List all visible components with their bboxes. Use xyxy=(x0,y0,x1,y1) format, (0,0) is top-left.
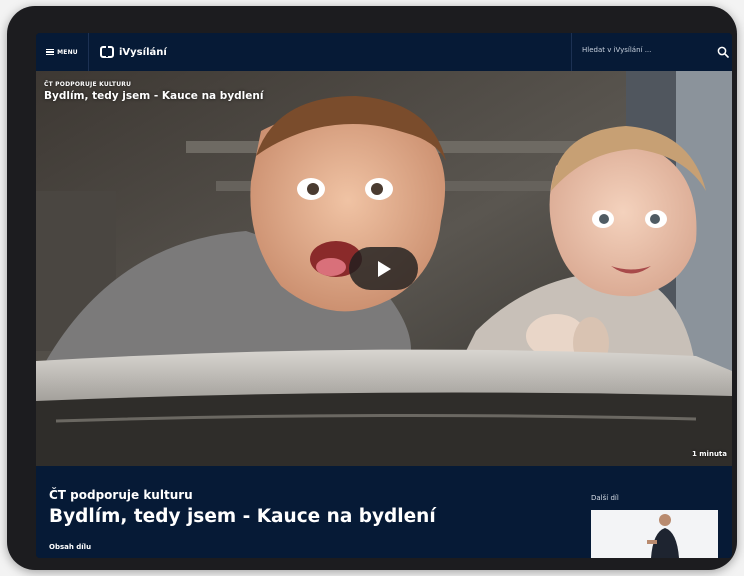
ct-logo-icon xyxy=(100,45,114,58)
search-input[interactable]: Hledat v iVysílání ... xyxy=(571,33,732,71)
tablet-screen: MENU iVysílání Hledat v iVysílání ... ČT… xyxy=(36,33,732,558)
show-name-link[interactable]: ČT podporuje kulturu xyxy=(49,488,193,502)
search-placeholder: Hledat v iVysílání ... xyxy=(582,46,652,54)
video-duration: 1 minuta xyxy=(691,450,727,458)
tab-episode-content[interactable]: Obsah dílu xyxy=(49,543,91,551)
play-icon xyxy=(378,261,391,277)
next-episode-thumbnail[interactable] xyxy=(591,510,718,558)
tablet-frame: MENU iVysílání Hledat v iVysílání ... ČT… xyxy=(7,6,737,570)
menu-label: MENU xyxy=(57,48,78,56)
video-kicker: ČT PODPORUJE KULTURU xyxy=(44,81,132,88)
video-player[interactable]: ČT PODPORUJE KULTURU Bydlím, tedy jsem -… xyxy=(36,71,732,466)
episode-title: Bydlím, tedy jsem - Kauce na bydlení xyxy=(49,506,436,527)
ivysilani-logo-link[interactable]: iVysílání xyxy=(100,33,167,71)
menu-button[interactable]: MENU xyxy=(36,33,89,71)
top-navigation-bar: MENU iVysílání Hledat v iVysílání ... xyxy=(36,33,732,72)
next-episode-image xyxy=(591,510,718,558)
search-icon[interactable] xyxy=(717,46,729,58)
hamburger-icon xyxy=(46,48,55,56)
logo-text: iVysílání xyxy=(119,46,167,58)
next-episode-label: Další díl xyxy=(591,494,619,502)
episode-info-panel: ČT podporuje kulturu Bydlím, tedy jsem -… xyxy=(36,466,732,558)
video-overlay-title: Bydlím, tedy jsem - Kauce na bydlení xyxy=(44,90,264,102)
play-button[interactable] xyxy=(349,247,418,290)
